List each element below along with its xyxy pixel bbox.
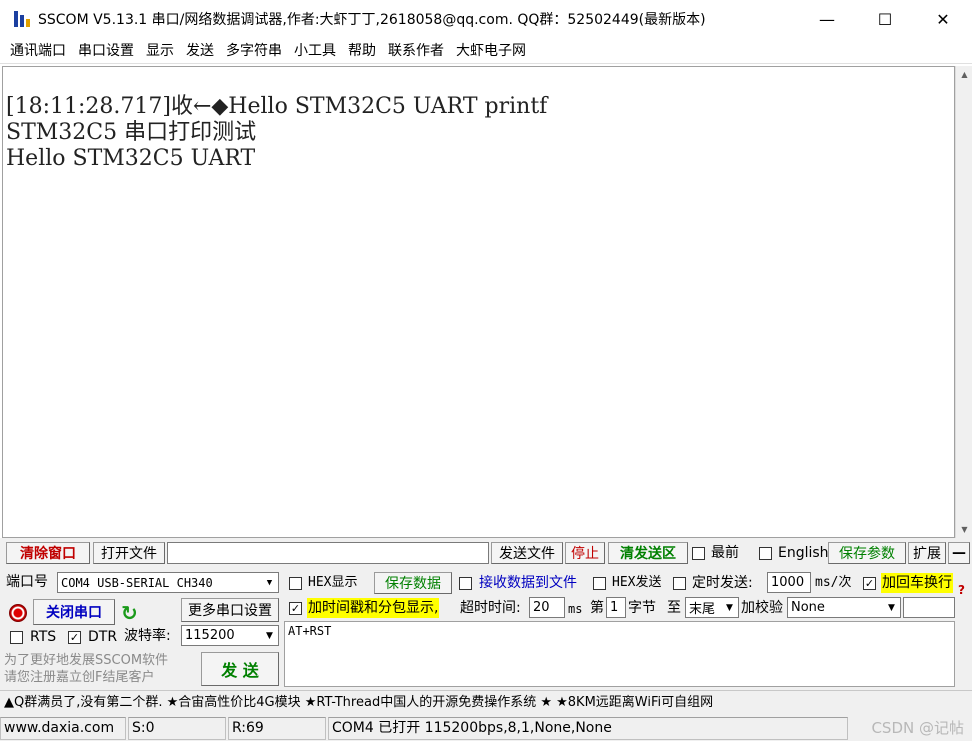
interval-input[interactable]: 1000 bbox=[767, 572, 811, 593]
dtr-label: DTR bbox=[88, 629, 118, 645]
status-port: COM4 已打开 115200bps,8,1,None,None bbox=[328, 717, 848, 740]
hex-send-checkbox[interactable] bbox=[593, 577, 606, 590]
window-title: SSCOM V5.13.1 串口/网络数据调试器,作者:大虾丁丁,2618058… bbox=[38, 12, 706, 28]
baud-select[interactable]: 115200 ▼ bbox=[181, 625, 279, 646]
baud-select-value: 115200 bbox=[185, 628, 235, 643]
checksum-extra-input[interactable] bbox=[903, 597, 955, 618]
maximize-button[interactable]: ☐ bbox=[856, 0, 914, 38]
receive-area[interactable]: [18:11:28.717]收←◆Hello STM32C5 UART prin… bbox=[2, 66, 955, 538]
save-params-button[interactable]: 保存参数 bbox=[828, 542, 906, 564]
checksum-select[interactable]: None ▼ bbox=[787, 597, 901, 618]
timeout-label: 超时时间: bbox=[460, 600, 521, 616]
menu-contact-author[interactable]: 联系作者 bbox=[382, 38, 450, 64]
menu-send[interactable]: 发送 bbox=[180, 38, 220, 64]
to-select-value: 末尾 bbox=[689, 602, 716, 617]
rts-checkbox[interactable] bbox=[10, 631, 23, 644]
receive-line: [18:11:28.717]收←◆Hello STM32C5 UART prin… bbox=[6, 94, 548, 119]
clear-send-button[interactable]: 清发送区 bbox=[608, 542, 688, 564]
topmost-label: 最前 bbox=[711, 545, 739, 561]
chevron-down-icon[interactable]: ▼ bbox=[261, 626, 278, 645]
scroll-up-icon[interactable]: ▲ bbox=[956, 66, 972, 83]
menu-serial-settings[interactable]: 串口设置 bbox=[72, 38, 140, 64]
menu-display[interactable]: 显示 bbox=[140, 38, 180, 64]
receive-line: STM32C5 串口打印测试 bbox=[6, 120, 257, 145]
promo-line-2: 请您注册嘉立创F结尾客户 bbox=[4, 670, 155, 685]
topmost-checkbox[interactable] bbox=[692, 547, 705, 560]
port-label: 端口号 bbox=[6, 574, 48, 590]
chevron-down-icon[interactable]: ▼ bbox=[721, 598, 738, 617]
menu-comm-port[interactable]: 通讯端口 bbox=[4, 38, 72, 64]
timestamp-checkbox[interactable]: ✓ bbox=[289, 602, 302, 615]
menu-help[interactable]: 帮助 bbox=[342, 38, 382, 64]
close-port-button[interactable]: 关闭串口 bbox=[33, 599, 115, 625]
to-label: 至 bbox=[667, 600, 681, 616]
clear-window-button[interactable]: 清除窗口 bbox=[6, 542, 90, 564]
hex-display-checkbox[interactable] bbox=[289, 577, 302, 590]
menu-bar: 通讯端口 串口设置 显示 发送 多字符串 小工具 帮助 联系作者 大虾电子网 bbox=[0, 38, 972, 64]
status-received: R:69 bbox=[228, 717, 326, 740]
timestamp-label: 加时间戳和分包显示, bbox=[307, 598, 440, 618]
add-crlf-checkbox[interactable]: ✓ bbox=[863, 577, 876, 590]
checksum-label: 加校验 bbox=[741, 600, 783, 616]
english-label: English bbox=[778, 545, 829, 561]
expand-button[interactable]: 扩展 bbox=[908, 542, 946, 564]
menu-tools[interactable]: 小工具 bbox=[288, 38, 342, 64]
dtr-checkbox[interactable]: ✓ bbox=[68, 631, 81, 644]
timed-send-checkbox[interactable] bbox=[673, 577, 686, 590]
status-bar: www.daxia.com S:0 R:69 COM4 已打开 115200bp… bbox=[0, 716, 972, 741]
promo-line-1: 为了更好地发展SSCOM软件 bbox=[4, 653, 169, 668]
add-crlf-label: 加回车换行 bbox=[881, 573, 953, 593]
byte-label-1: 第 bbox=[590, 600, 604, 616]
byte-label-2: 字节 bbox=[628, 600, 656, 616]
send-button[interactable]: 发 送 bbox=[201, 652, 279, 686]
status-sent: S:0 bbox=[128, 717, 226, 740]
port-select-value: COM4 USB-SERIAL CH340 bbox=[61, 575, 213, 590]
baud-label: 波特率: bbox=[124, 628, 171, 644]
timed-send-label: 定时发送: bbox=[692, 575, 753, 591]
recv-to-file-label: 接收数据到文件 bbox=[479, 575, 577, 591]
collapse-button[interactable]: — bbox=[948, 542, 970, 564]
rts-label: RTS bbox=[30, 629, 57, 645]
status-website[interactable]: www.daxia.com bbox=[0, 717, 126, 740]
send-file-button[interactable]: 发送文件 bbox=[491, 542, 563, 564]
close-button[interactable]: ✕ bbox=[914, 0, 972, 38]
interval-unit: ms/次 bbox=[815, 575, 852, 590]
more-port-settings-button[interactable]: 更多串口设置 bbox=[181, 598, 279, 622]
stop-button[interactable]: 停止 bbox=[565, 542, 605, 564]
open-file-button[interactable]: 打开文件 bbox=[93, 542, 165, 564]
menu-multi-string[interactable]: 多字符串 bbox=[220, 38, 288, 64]
timeout-input[interactable]: 20 bbox=[529, 597, 565, 618]
send-scrollbar[interactable] bbox=[955, 621, 972, 687]
byte-input[interactable]: 1 bbox=[606, 597, 626, 618]
app-icon bbox=[12, 9, 32, 29]
recv-to-file-checkbox[interactable] bbox=[459, 577, 472, 590]
file-path-input[interactable] bbox=[167, 542, 489, 564]
record-icon bbox=[9, 604, 27, 622]
receive-scrollbar[interactable]: ▲ ▼ bbox=[955, 66, 972, 538]
promo-text: 为了更好地发展SSCOM软件 请您注册嘉立创F结尾客户 bbox=[4, 652, 168, 686]
to-select[interactable]: 末尾 ▼ bbox=[685, 597, 739, 618]
ticker-banner[interactable]: ▲Q群满员了,没有第二个群. ★合宙高性价比4G模块 ★RT-Thread中国人… bbox=[0, 690, 972, 714]
timeout-unit: ms bbox=[568, 602, 583, 616]
send-text-area[interactable]: AT+RST bbox=[284, 621, 955, 687]
chevron-down-icon[interactable]: ▼ bbox=[261, 573, 278, 592]
english-checkbox[interactable] bbox=[759, 547, 772, 560]
port-select[interactable]: COM4 USB-SERIAL CH340 ▼ bbox=[57, 572, 279, 593]
save-data-button[interactable]: 保存数据 bbox=[374, 572, 452, 594]
title-bar: SSCOM V5.13.1 串口/网络数据调试器,作者:大虾丁丁,2618058… bbox=[0, 0, 972, 38]
scroll-down-icon[interactable]: ▼ bbox=[956, 521, 972, 538]
refresh-icon[interactable]: ↻ bbox=[121, 603, 138, 623]
help-icon[interactable]: ? bbox=[958, 580, 965, 600]
menu-daxia-site[interactable]: 大虾电子网 bbox=[450, 38, 532, 64]
watermark: CSDN @记帖 bbox=[871, 719, 964, 737]
checksum-select-value: None bbox=[791, 600, 825, 615]
hex-send-label: HEX发送 bbox=[612, 575, 662, 590]
receive-line: Hello STM32C5 UART bbox=[6, 146, 256, 171]
chevron-down-icon[interactable]: ▼ bbox=[883, 598, 900, 617]
hex-display-label: HEX显示 bbox=[308, 575, 358, 590]
minimize-button[interactable]: — bbox=[798, 0, 856, 38]
